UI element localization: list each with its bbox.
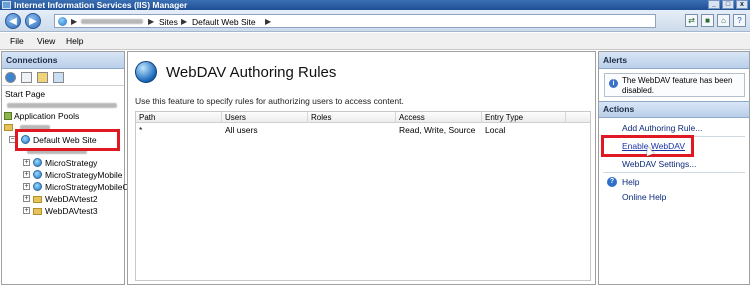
column-roles[interactable]: Roles xyxy=(308,112,396,123)
tree-child[interactable]: MicroStrategyMobile xyxy=(33,170,122,180)
webdav-globe-icon xyxy=(135,61,157,83)
back-button[interactable]: ◀ xyxy=(5,13,21,29)
connections-toolbar xyxy=(2,69,124,86)
menu-view[interactable]: View xyxy=(37,36,55,46)
alerts-header: Alerts xyxy=(599,52,749,69)
close-button[interactable]: x xyxy=(736,0,748,9)
tree-child[interactable]: WebDAVtest3 xyxy=(33,206,98,216)
help-icon: ? xyxy=(607,177,617,187)
cell-entry-type[interactable]: Local xyxy=(482,125,505,135)
app-pools-icon xyxy=(4,112,12,120)
grid-header: Path Users Roles Access Entry Type xyxy=(136,112,590,123)
server-name-redacted xyxy=(81,19,143,24)
minimize-button[interactable]: _ xyxy=(708,0,720,9)
server-node-redacted xyxy=(7,103,117,108)
alert-message-box: i The WebDAV feature has been disabled. xyxy=(604,73,745,97)
folder-icon xyxy=(33,196,42,203)
column-path[interactable]: Path xyxy=(136,112,222,123)
webdav-settings-link[interactable]: WebDAV Settings... xyxy=(622,159,696,169)
connect-globe-icon[interactable] xyxy=(5,72,16,83)
disconnect-icon[interactable] xyxy=(53,72,64,83)
sites-folder-icon xyxy=(4,124,13,131)
tree-child-label: WebDAVtest2 xyxy=(45,194,98,204)
globe-icon xyxy=(58,17,67,26)
folder-icon xyxy=(33,208,42,215)
crumb-separator: ▶ xyxy=(148,17,155,26)
tree-child-label: MicroStrategy xyxy=(45,158,98,168)
column-users[interactable]: Users xyxy=(222,112,308,123)
crumb-separator: ▶ xyxy=(265,17,272,26)
crumb-separator: ▶ xyxy=(71,17,78,26)
crumb-separator: ▶ xyxy=(181,17,188,26)
window-title-bar: Internet Information Services (IIS) Mana… xyxy=(0,0,750,10)
maximize-button[interactable]: □ xyxy=(722,0,734,9)
expand-node[interactable]: + xyxy=(23,171,30,178)
address-bar: ◀ ▶ ▶ ▶ Sites ▶ Default Web Site ▶ ⇄ ■ ⌂… xyxy=(0,10,750,32)
actions-header: Actions xyxy=(599,101,749,118)
tree-child-label: MicroStrategyMobileO xyxy=(45,182,130,192)
tree-application-pools-label: Application Pools xyxy=(14,111,80,121)
connections-panel: Connections Start Page Application Pools… xyxy=(1,51,129,285)
tree-application-pools[interactable]: Application Pools xyxy=(4,111,79,121)
breadcrumb[interactable]: ▶ ▶ Sites ▶ Default Web Site ▶ xyxy=(54,14,656,28)
tree-child-label: WebDAVtest3 xyxy=(45,206,98,216)
online-help-link[interactable]: Online Help xyxy=(622,192,666,202)
connect-icon[interactable]: ⇄ xyxy=(685,14,698,27)
app-icon xyxy=(33,170,42,179)
stop-icon[interactable]: ■ xyxy=(701,14,714,27)
tree-start-page[interactable]: Start Page xyxy=(5,89,45,99)
tree-child[interactable]: WebDAVtest2 xyxy=(33,194,98,204)
feature-panel: WebDAV Authoring Rules Use this feature … xyxy=(127,51,596,285)
cell-users[interactable]: All users xyxy=(222,125,258,135)
alert-message: The WebDAV feature has been disabled. xyxy=(622,76,733,95)
help-dropdown-icon[interactable]: ? xyxy=(733,14,746,27)
expand-node[interactable]: + xyxy=(23,183,30,190)
column-entry-type[interactable]: Entry Type xyxy=(482,112,566,123)
connections-header: Connections xyxy=(2,52,124,69)
crumb-default-web-site[interactable]: Default Web Site xyxy=(192,16,256,28)
menu-bar: File View Help xyxy=(0,33,750,50)
window-title: Internet Information Services (IIS) Mana… xyxy=(14,0,188,10)
tree-child-label: MicroStrategyMobile xyxy=(45,170,123,180)
menu-file[interactable]: File xyxy=(10,36,24,46)
tree-child[interactable]: MicroStrategy xyxy=(33,158,97,168)
feature-description: Use this feature to specify rules for au… xyxy=(135,96,404,106)
rules-grid: Path Users Roles Access Entry Type * All… xyxy=(135,111,591,281)
save-icon[interactable] xyxy=(21,72,32,83)
expand-node[interactable]: + xyxy=(23,159,30,166)
app-icon xyxy=(33,182,42,191)
iis-app-icon xyxy=(2,1,11,9)
cell-path[interactable]: * xyxy=(136,125,142,135)
cell-access[interactable]: Read, Write, Source xyxy=(396,125,475,135)
info-icon: i xyxy=(609,79,618,88)
expand-node[interactable]: + xyxy=(23,195,30,202)
highlight-default-web-site xyxy=(15,129,120,151)
expand-node[interactable]: + xyxy=(23,207,30,214)
forward-button[interactable]: ▶ xyxy=(25,13,41,29)
tree-child[interactable]: MicroStrategyMobileO xyxy=(33,182,129,192)
address-toolbar-icons: ⇄ ■ ⌂ ? xyxy=(685,14,746,27)
folder-up-icon[interactable] xyxy=(37,72,48,83)
page-title: WebDAV Authoring Rules xyxy=(166,64,337,81)
add-authoring-rule-link[interactable]: Add Authoring Rule... xyxy=(622,123,702,133)
column-access[interactable]: Access xyxy=(396,112,482,123)
window-controls: _ □ x xyxy=(708,0,748,9)
home-icon[interactable]: ⌂ xyxy=(717,14,730,27)
app-icon xyxy=(33,158,42,167)
menu-help[interactable]: Help xyxy=(66,36,83,46)
actions-divider xyxy=(603,172,745,173)
crumb-sites[interactable]: Sites xyxy=(159,16,178,28)
help-link[interactable]: Help xyxy=(622,177,639,187)
actions-panel: Alerts i The WebDAV feature has been dis… xyxy=(598,51,750,285)
